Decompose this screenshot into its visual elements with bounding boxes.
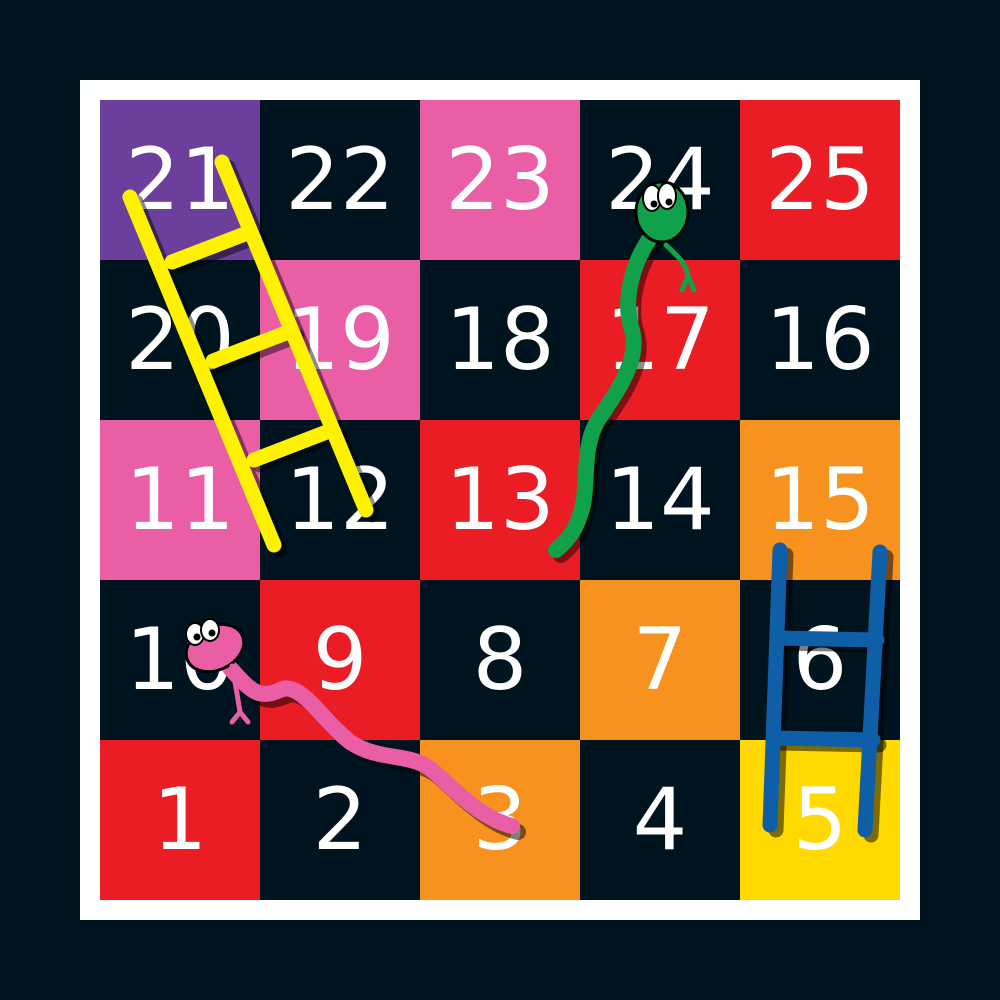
square-number: 25 <box>765 130 875 230</box>
board-square-9[interactable]: 9 <box>260 580 420 740</box>
board-square-10[interactable]: 10 <box>100 580 260 740</box>
square-number: 13 <box>445 450 555 550</box>
square-number: 18 <box>445 290 555 390</box>
square-number: 21 <box>125 130 235 230</box>
square-number: 5 <box>792 770 848 870</box>
square-number: 11 <box>125 450 235 550</box>
board-square-6[interactable]: 6 <box>740 580 900 740</box>
square-number: 17 <box>605 290 715 390</box>
board-square-12[interactable]: 12 <box>260 420 420 580</box>
board-square-22[interactable]: 22 <box>260 100 420 260</box>
square-number: 12 <box>285 450 395 550</box>
square-number: 9 <box>312 610 368 710</box>
board-square-11[interactable]: 11 <box>100 420 260 580</box>
board-square-1[interactable]: 1 <box>100 740 260 900</box>
square-number: 24 <box>605 130 715 230</box>
board-square-21[interactable]: 21 <box>100 100 260 260</box>
board-square-3[interactable]: 3 <box>420 740 580 900</box>
board-square-25[interactable]: 25 <box>740 100 900 260</box>
square-number: 10 <box>125 610 235 710</box>
square-number: 7 <box>632 610 688 710</box>
square-number: 23 <box>445 130 555 230</box>
square-number: 2 <box>312 770 368 870</box>
board-square-5[interactable]: 5 <box>740 740 900 900</box>
board-square-4[interactable]: 4 <box>580 740 740 900</box>
square-number: 15 <box>765 450 875 550</box>
board-square-24[interactable]: 24 <box>580 100 740 260</box>
board-square-2[interactable]: 2 <box>260 740 420 900</box>
board-square-20[interactable]: 20 <box>100 260 260 420</box>
game-board: 21 22 23 24 25 20 19 18 17 16 11 12 13 1… <box>100 100 900 900</box>
square-number: 8 <box>472 610 528 710</box>
board-square-16[interactable]: 16 <box>740 260 900 420</box>
board-square-7[interactable]: 7 <box>580 580 740 740</box>
board-square-8[interactable]: 8 <box>420 580 580 740</box>
square-number: 19 <box>285 290 395 390</box>
square-number: 3 <box>472 770 528 870</box>
board-square-19[interactable]: 19 <box>260 260 420 420</box>
board-square-23[interactable]: 23 <box>420 100 580 260</box>
board-square-17[interactable]: 17 <box>580 260 740 420</box>
board-square-13[interactable]: 13 <box>420 420 580 580</box>
square-number: 22 <box>285 130 395 230</box>
square-number: 14 <box>605 450 715 550</box>
board-square-18[interactable]: 18 <box>420 260 580 420</box>
square-number: 16 <box>765 290 875 390</box>
square-number: 20 <box>125 290 235 390</box>
board-square-14[interactable]: 14 <box>580 420 740 580</box>
square-number: 6 <box>792 610 848 710</box>
board-square-15[interactable]: 15 <box>740 420 900 580</box>
square-number: 4 <box>632 770 688 870</box>
square-number: 1 <box>152 770 208 870</box>
